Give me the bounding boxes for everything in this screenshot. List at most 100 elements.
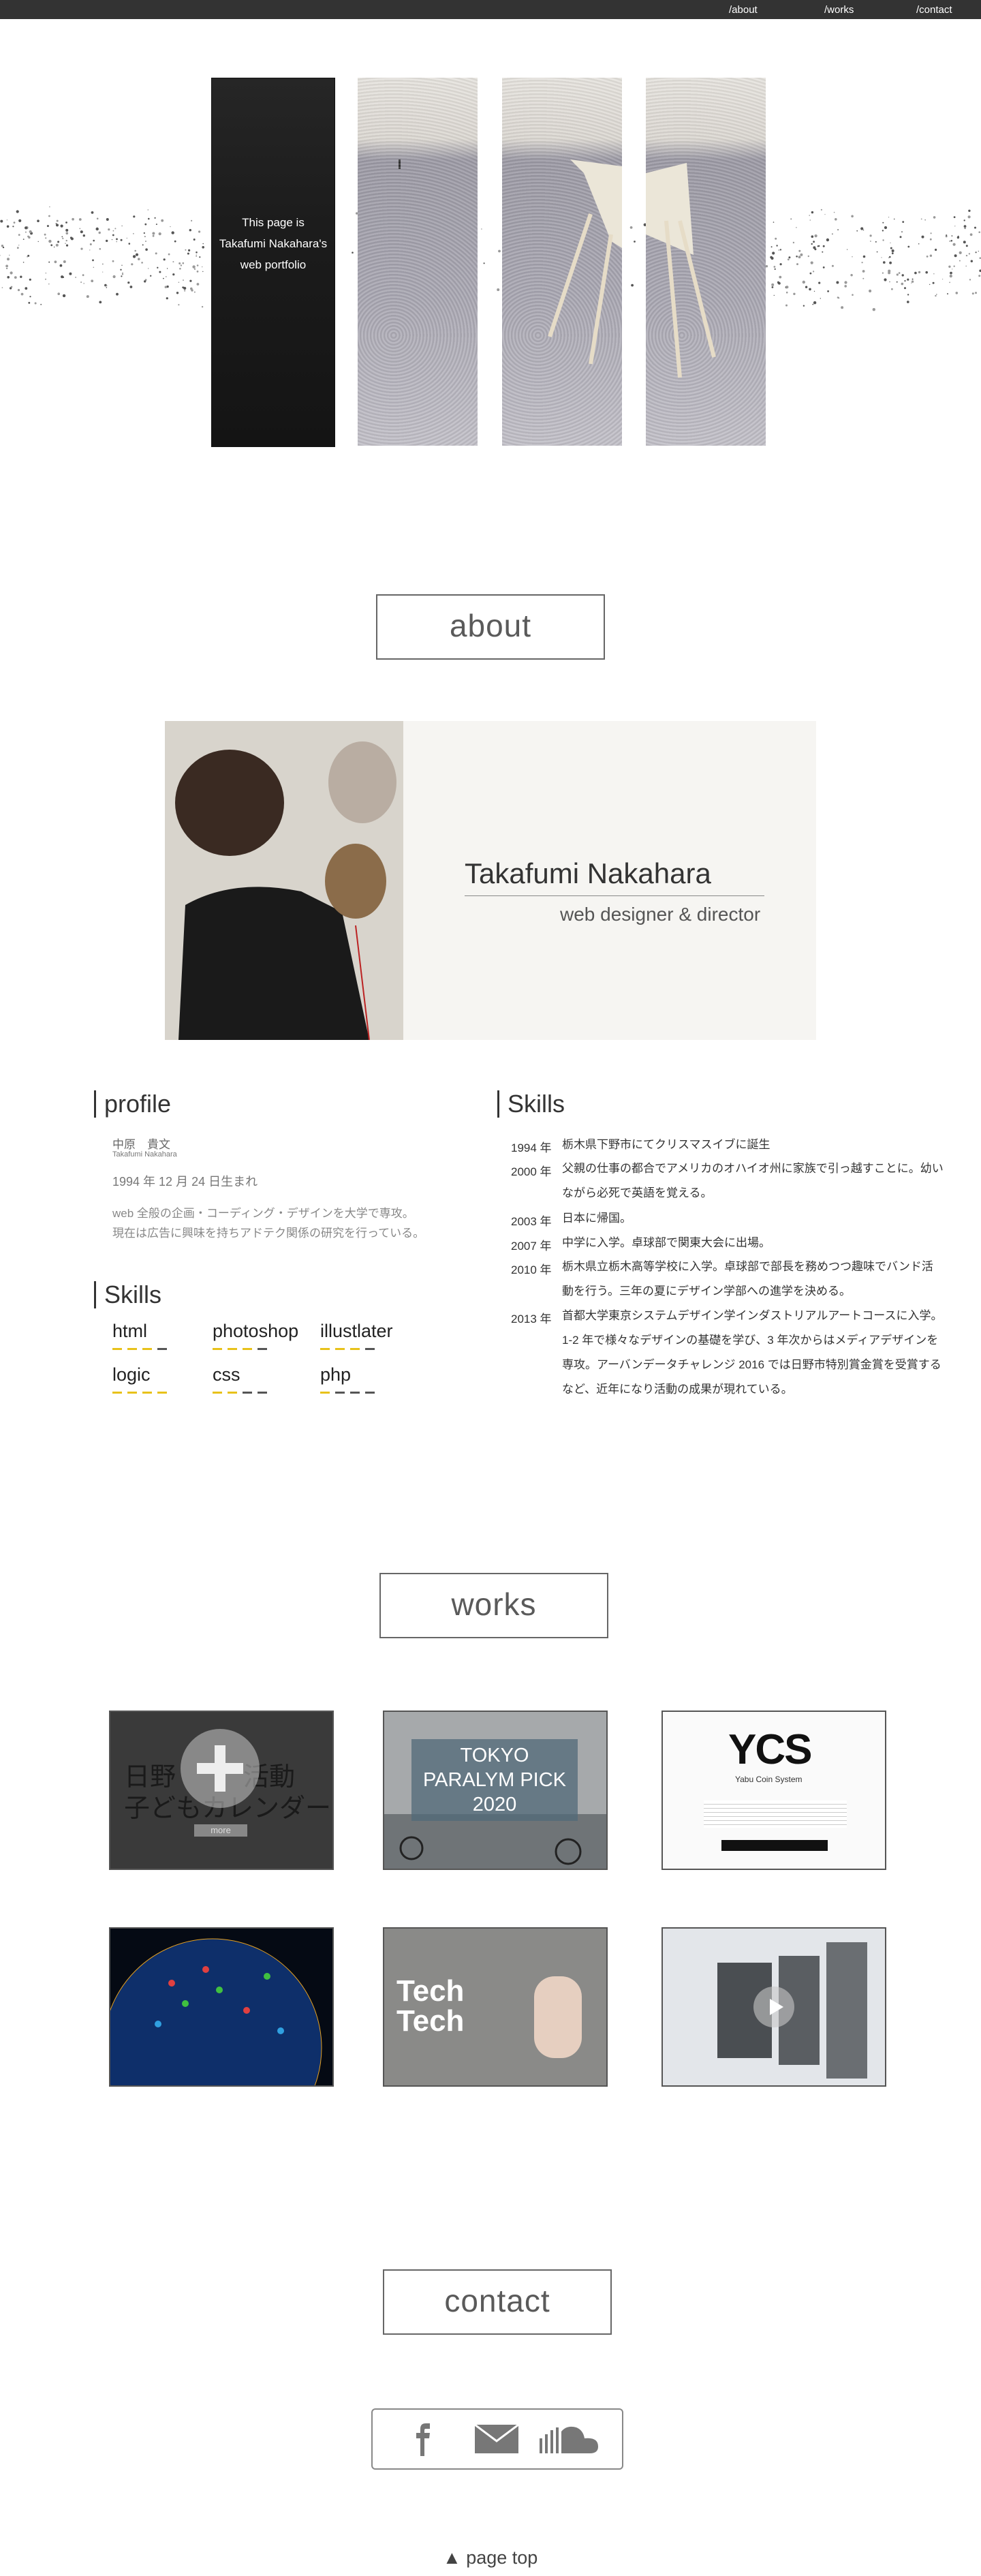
history-year: 2010 年 (511, 1263, 552, 1276)
skill-level-segment (258, 1392, 267, 1394)
skill-level-segment (335, 1348, 345, 1350)
skill-level-segment (228, 1392, 237, 1394)
nav-link-contact[interactable]: /contact (916, 4, 952, 16)
skill-level-segment (243, 1392, 252, 1394)
work-card-traffic-light[interactable] (661, 1927, 886, 2087)
work-paralympic-line-3: 2020 (472, 1794, 517, 1815)
skill-level-segment (335, 1392, 345, 1394)
skill-level-segment (112, 1348, 122, 1350)
work-card-calendar[interactable]: 日野 活動 子どもカレンダー more (109, 1711, 334, 1870)
about-card: Takafumi Nakahara web designer & directo… (165, 721, 816, 1040)
hero-photo-beach-3 (646, 78, 766, 446)
history-text: 父親の仕事の都合でアメリカのオハイオ州に家族で引っ越すことに。幼いながら必死で英… (562, 1162, 944, 1199)
skill-level-segment (320, 1392, 330, 1394)
techtech-line-1: Tech (396, 1974, 465, 2008)
skill-level-bar (320, 1392, 382, 1394)
social-links (371, 2408, 623, 2470)
skill-label: logic (112, 1364, 151, 1385)
work-card-globe[interactable] (109, 1927, 334, 2087)
hero-photo-beach-1 (358, 78, 478, 446)
hand-image (534, 1976, 582, 2058)
nav-link-works[interactable]: /works (824, 4, 854, 16)
ycs-logo: YCS (728, 1726, 812, 1773)
skill-label: photoshop (213, 1321, 299, 1341)
skill-level-bar (112, 1348, 174, 1350)
skill-level-segment (157, 1392, 167, 1394)
works-heading: works (379, 1573, 608, 1638)
hero-photo-beach-2 (502, 78, 622, 446)
ycs-cta-bar (721, 1840, 828, 1851)
skill-level-segment (320, 1348, 330, 1350)
skill-label: css (213, 1364, 240, 1385)
work-paralympic-title: TOKYO PARALYM PICK 2020 (411, 1739, 578, 1821)
name-english-small: Takafumi Nakahara (112, 1150, 177, 1159)
skill-level-bar (112, 1392, 174, 1394)
skill-level-segment (365, 1348, 375, 1350)
skill-level-segment (142, 1392, 152, 1394)
work-paralympic-line-2: PARALYM PICK (422, 1769, 567, 1791)
history-year: 2013 年 (511, 1313, 552, 1325)
skill-level-segment (350, 1392, 360, 1394)
skill-level-segment (350, 1348, 360, 1350)
skill-level-segment (213, 1392, 222, 1394)
skill-level-segment (127, 1348, 137, 1350)
skill-label: illustlater (320, 1321, 393, 1341)
ink-scatter-decoration (0, 204, 981, 311)
about-heading: about (376, 594, 605, 660)
history-text: 中学に入学。卓球部で関東大会に出場。 (562, 1236, 770, 1249)
play-icon[interactable] (753, 1987, 794, 2027)
facebook-icon[interactable] (414, 2422, 431, 2456)
ycs-body-text-graphic (704, 1800, 847, 1828)
ycs-subtitle: Yabu Coin System (735, 1775, 803, 1784)
name-japanese: 中原 貴文 (112, 1138, 170, 1151)
history-text: 栃木県下野市にてクリスマスイブに誕生 (562, 1138, 770, 1151)
profile-heading: profile (94, 1090, 171, 1118)
profile-desc-2: 現在は広告に興味を持ちアドテク関係の研究を行っている。 (112, 1227, 425, 1240)
skill-level-segment (258, 1348, 267, 1350)
hero: This page is Takafumi Nakahara's web por… (0, 19, 981, 537)
techtech-line-2: Tech (396, 2004, 465, 2038)
profile-name: Takafumi Nakahara (465, 857, 764, 896)
skill-label: html (112, 1321, 148, 1341)
chair-sculpture-image (548, 159, 622, 365)
beach-figure-image (399, 159, 401, 169)
history-heading: Skills (497, 1090, 565, 1118)
profile-desc-1: web 全般の企画・コーディング・デザインを大学で専攻。 (112, 1207, 414, 1220)
skills-heading: Skills (94, 1281, 161, 1308)
nav-link-about[interactable]: /about (729, 4, 758, 16)
plus-icon (181, 1729, 260, 1808)
top-nav-bar: /about /works /contact (0, 0, 981, 19)
skill-level-bar (320, 1348, 382, 1350)
hero-line-2: Takafumi Nakahara's (219, 237, 328, 250)
work-card-techtech[interactable]: Tech Tech (383, 1927, 608, 2087)
skill-label: php (320, 1364, 352, 1385)
globe-image (110, 1938, 322, 2085)
page-top-link[interactable]: ▲ page top (443, 2547, 538, 2569)
skill-level-bar (213, 1348, 274, 1350)
soundcloud-icon[interactable] (540, 2425, 598, 2453)
profile-role: web designer & director (560, 904, 761, 925)
history-text: 日本に帰国。 (562, 1212, 632, 1225)
history-year: 2000 年 (511, 1165, 552, 1178)
chair-legs-image (646, 163, 716, 378)
skill-level-segment (157, 1348, 167, 1350)
mail-icon[interactable] (474, 2423, 519, 2453)
work-card-paralympic[interactable]: TOKYO PARALYM PICK 2020 (383, 1711, 608, 1870)
hero-line-1: This page is (242, 216, 305, 229)
profile-photo (165, 721, 403, 1040)
skill-level-bar (213, 1392, 274, 1394)
history-year: 2003 年 (511, 1215, 552, 1228)
work-card-ycs[interactable]: YCS Yabu Coin System (661, 1711, 886, 1870)
hero-line-3: web portfolio (240, 258, 307, 271)
skill-level-segment (213, 1348, 222, 1350)
skill-level-segment (112, 1392, 122, 1394)
skill-level-segment (127, 1392, 137, 1394)
skill-level-segment (243, 1348, 252, 1350)
history-text: 栃木県立栃木高等学校に入学。卓球部で部長を務めつつ趣味でバンド活動を行う。三年の… (562, 1260, 933, 1298)
skill-level-segment (228, 1348, 237, 1350)
birth-date: 1994 年 12 月 24 日生まれ (112, 1175, 258, 1189)
work-paralympic-line-1: TOKYO (460, 1745, 529, 1766)
more-button[interactable]: more (194, 1824, 247, 1837)
skill-level-segment (142, 1348, 152, 1350)
history-year: 2007 年 (511, 1240, 552, 1253)
